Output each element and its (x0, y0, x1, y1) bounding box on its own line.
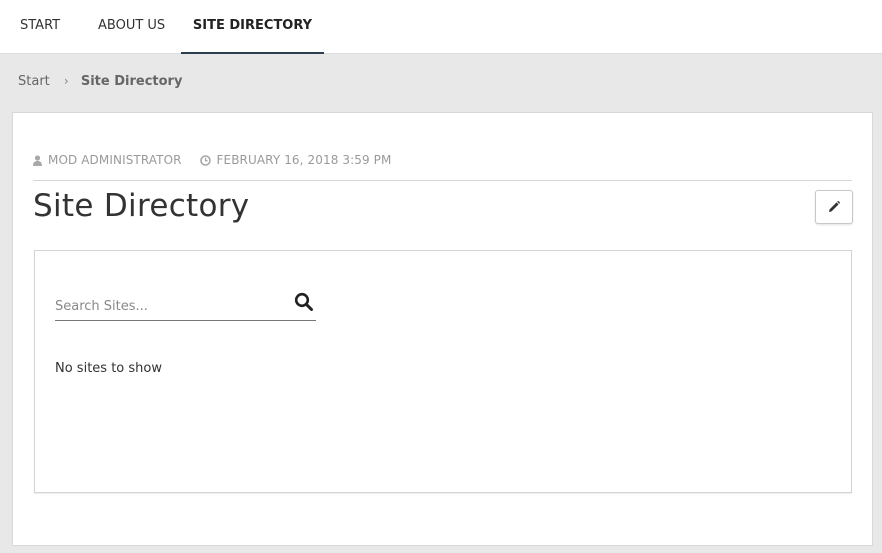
tab-site-directory[interactable]: SITE DIRECTORY (181, 0, 324, 54)
clock-icon (199, 154, 211, 166)
breadcrumb-start[interactable]: Start (18, 74, 50, 89)
tab-about-us[interactable]: ABOUT US (98, 0, 165, 53)
site-directory-panel: No sites to show (34, 250, 852, 493)
page-title: Site Directory (33, 188, 250, 224)
search-box (55, 287, 316, 321)
breadcrumb-current: Site Directory (80, 74, 183, 89)
breadcrumb-separator-icon: › (63, 74, 69, 88)
edit-button[interactable] (815, 190, 853, 224)
content-card: MOD ADMINISTRATOR FEBRUARY 16, 2018 3:59… (12, 112, 873, 546)
user-icon (33, 154, 42, 166)
empty-state-message: No sites to show (55, 361, 162, 376)
publish-date: FEBRUARY 16, 2018 3:59 PM (216, 153, 392, 167)
tab-start[interactable]: START (20, 0, 60, 53)
author-name: MOD ADMINISTRATOR (48, 153, 182, 167)
pencil-icon (829, 201, 840, 212)
search-icon[interactable] (294, 292, 314, 312)
breadcrumb: Start › Site Directory (18, 74, 182, 92)
search-input[interactable] (55, 295, 280, 317)
top-navigation: START ABOUT US SITE DIRECTORY (0, 0, 882, 54)
page-meta: MOD ADMINISTRATOR FEBRUARY 16, 2018 3:59… (33, 153, 405, 169)
meta-divider (33, 180, 852, 181)
